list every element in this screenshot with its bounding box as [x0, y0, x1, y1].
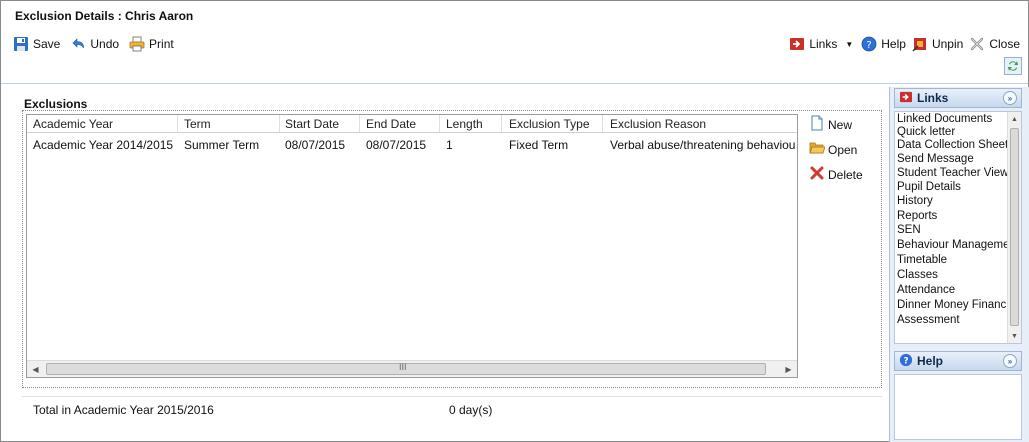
cell-academic-year: Academic Year 2014/2015 [33, 138, 173, 152]
toolbar-right: Links ▼ ? Help Unpin Close [789, 35, 1020, 53]
cell-start-date: 08/07/2015 [285, 138, 346, 152]
link-item[interactable]: SEN [897, 224, 921, 236]
undo-label: Undo [90, 37, 120, 51]
help-panel-header[interactable]: ? Help » [894, 351, 1022, 371]
table-row[interactable]: Academic Year 2014/2015 Summer Term 08/0… [27, 136, 797, 154]
links-dropdown-button[interactable]: Links ▼ [789, 36, 855, 52]
links-vertical-scrollbar[interactable]: ▲ ▼ [1007, 112, 1021, 343]
print-icon [129, 36, 145, 52]
collapse-help-icon[interactable]: » [1003, 354, 1017, 368]
table-header: Academic Year Term Start Date End Date L… [27, 115, 797, 133]
collapse-links-icon[interactable]: » [1003, 91, 1017, 105]
column-header-exclusion-reason[interactable]: Exclusion Reason [610, 117, 706, 131]
open-label: Open [828, 142, 858, 157]
right-side-panel: Links » Linked Documents Quick letter Da… [889, 87, 1029, 442]
total-value: 0 day(s) [449, 403, 493, 417]
help-panel-title: Help [917, 354, 944, 368]
cell-length: 1 [446, 138, 453, 152]
main-panel: Exclusions Academic Year Term Start Date… [9, 89, 882, 439]
link-item[interactable]: Quick letter [897, 126, 955, 138]
undo-button[interactable]: Undo [70, 36, 119, 52]
cell-exclusion-type: Fixed Term [509, 138, 569, 152]
chevron-down-icon: ▼ [845, 39, 854, 49]
link-item[interactable]: Attendance [897, 284, 955, 296]
new-button[interactable]: New [809, 115, 863, 134]
exclusions-table: Academic Year Term Start Date End Date L… [26, 114, 798, 378]
close-label: Close [989, 37, 1020, 51]
column-header-exclusion-type[interactable]: Exclusion Type [509, 117, 590, 131]
delete-button[interactable]: Delete [809, 165, 863, 184]
scroll-up-arrow-icon[interactable]: ▲ [1008, 112, 1021, 126]
scroll-right-arrow-icon[interactable]: ▶ [780, 361, 797, 377]
help-panel-body [894, 374, 1022, 440]
close-icon [969, 36, 985, 52]
help-button[interactable]: ? Help [861, 36, 906, 52]
folder-open-icon [809, 140, 826, 159]
link-item[interactable]: Classes [897, 269, 938, 281]
new-label: New [828, 117, 853, 132]
scroll-left-arrow-icon[interactable]: ◀ [27, 361, 44, 377]
links-icon [789, 36, 805, 52]
save-label: Save [33, 37, 61, 51]
links-panel-title: Links [917, 91, 949, 105]
save-button[interactable]: Save [13, 36, 60, 52]
close-button[interactable]: Close [969, 36, 1020, 52]
delete-label: Delete [828, 167, 863, 182]
exclusion-details-window: Exclusion Details : Chris Aaron Save Und… [0, 0, 1029, 442]
column-header-academic-year[interactable]: Academic Year [33, 117, 113, 131]
header-divider [1, 83, 1028, 84]
help-panel-icon: ? [899, 353, 913, 370]
links-panel-header[interactable]: Links » [894, 88, 1022, 108]
cell-term: Summer Term [184, 138, 260, 152]
total-divider [22, 396, 882, 397]
cell-end-date: 08/07/2015 [366, 138, 427, 152]
link-item[interactable]: Assessment [897, 314, 960, 326]
delete-icon [809, 165, 825, 184]
link-item[interactable]: Student Teacher View [897, 167, 1008, 179]
unpin-label: Unpin [931, 37, 964, 51]
links-list: Linked Documents Quick letter Data Colle… [894, 111, 1022, 344]
horizontal-scroll-thumb[interactable]: III [46, 362, 766, 375]
link-item[interactable]: History [897, 195, 933, 207]
unpin-icon [912, 36, 928, 52]
link-item[interactable]: Send Message [897, 153, 974, 165]
total-label: Total in Academic Year 2015/2016 [33, 403, 214, 417]
save-icon [13, 36, 29, 52]
open-button[interactable]: Open [809, 140, 863, 159]
exclusions-group-title: Exclusions [24, 97, 88, 111]
window-title: Exclusion Details : Chris Aaron [15, 9, 194, 23]
print-button[interactable]: Print [129, 36, 174, 52]
column-header-term[interactable]: Term [184, 117, 211, 131]
help-label: Help [881, 37, 906, 51]
scroll-grip: III [399, 362, 407, 372]
refresh-icon[interactable] [1004, 57, 1022, 75]
link-item[interactable]: Data Collection Sheet [897, 139, 1008, 151]
unpin-button[interactable]: Unpin [912, 36, 963, 52]
help-icon: ? [861, 36, 877, 52]
links-scroll-thumb[interactable] [1010, 128, 1019, 326]
link-item[interactable]: Pupil Details [897, 181, 961, 193]
svg-text:?: ? [903, 356, 908, 366]
column-header-length[interactable]: Length [446, 117, 483, 131]
print-label: Print [149, 37, 174, 51]
link-item[interactable]: Linked Documents [897, 113, 992, 125]
toolbar-left: Save Undo Print [13, 35, 174, 53]
cell-exclusion-reason: Verbal abuse/threatening behaviour a.. [610, 138, 796, 152]
svg-text:?: ? [867, 40, 872, 51]
horizontal-scrollbar[interactable]: ◀ III ▶ [27, 360, 797, 377]
column-header-end-date[interactable]: End Date [366, 117, 416, 131]
new-document-icon [809, 115, 825, 134]
undo-icon [70, 36, 86, 52]
table-actions: New Open Delete [809, 115, 863, 184]
links-panel-icon [899, 91, 913, 106]
link-item[interactable]: Dinner Money Financial [897, 299, 1018, 311]
link-item[interactable]: Reports [897, 210, 937, 222]
scroll-down-arrow-icon[interactable]: ▼ [1008, 329, 1021, 343]
link-item[interactable]: Timetable [897, 254, 947, 266]
links-label: Links [809, 37, 838, 51]
column-header-start-date[interactable]: Start Date [285, 117, 339, 131]
link-item[interactable]: Behaviour Management [897, 239, 1019, 251]
